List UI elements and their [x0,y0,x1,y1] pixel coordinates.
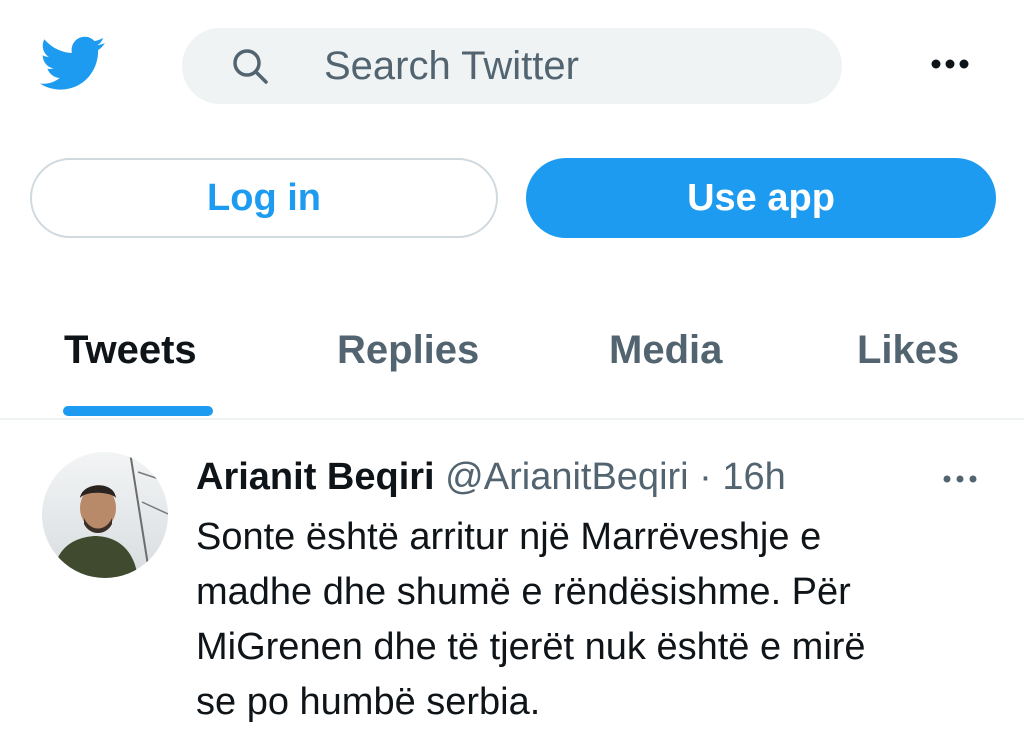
profile-tabs: Tweets Replies Media Likes [0,300,1024,420]
tweet-text-line: Sonte është arritur një Marrëveshje e [196,516,822,558]
tab-media[interactable]: Media [609,326,722,374]
tab-likes[interactable]: Likes [857,326,959,374]
tweet-timestamp[interactable]: 16h [722,456,785,498]
use-app-button[interactable]: Use app [526,158,996,238]
tab-tweets[interactable]: Tweets [64,326,197,374]
tweet-text-line: se po humbë serbia. [196,681,541,723]
more-horizontal-icon[interactable] [928,52,972,76]
search-input[interactable]: Search Twitter [182,28,842,104]
author-name[interactable]: Arianit Beqiri [196,456,435,498]
more-horizontal-icon[interactable] [940,470,980,488]
avatar[interactable] [42,452,168,578]
twitter-profile-page: Search Twitter Log in Use app Tweets Rep… [0,0,1024,741]
search-placeholder: Search Twitter [324,44,579,88]
twitter-bird-icon[interactable] [40,36,106,92]
tweet-text-line: MiGrenen dhe të tjerët nuk është e mirë [196,626,866,668]
active-tab-indicator [63,406,213,416]
separator-dot: · [699,456,712,498]
tweet-text-line: madhe dhe shumë e rëndësishme. Për [196,571,851,613]
author-handle[interactable]: @ArianitBeqiri [445,456,688,498]
search-icon [230,46,270,86]
tweet-header: Arianit Beqiri @ArianitBeqiri · 16h [196,452,786,502]
tweet-text: Sonte është arritur një Marrëveshje e ma… [196,510,996,730]
tab-replies[interactable]: Replies [337,326,479,374]
log-in-button[interactable]: Log in [30,158,498,238]
